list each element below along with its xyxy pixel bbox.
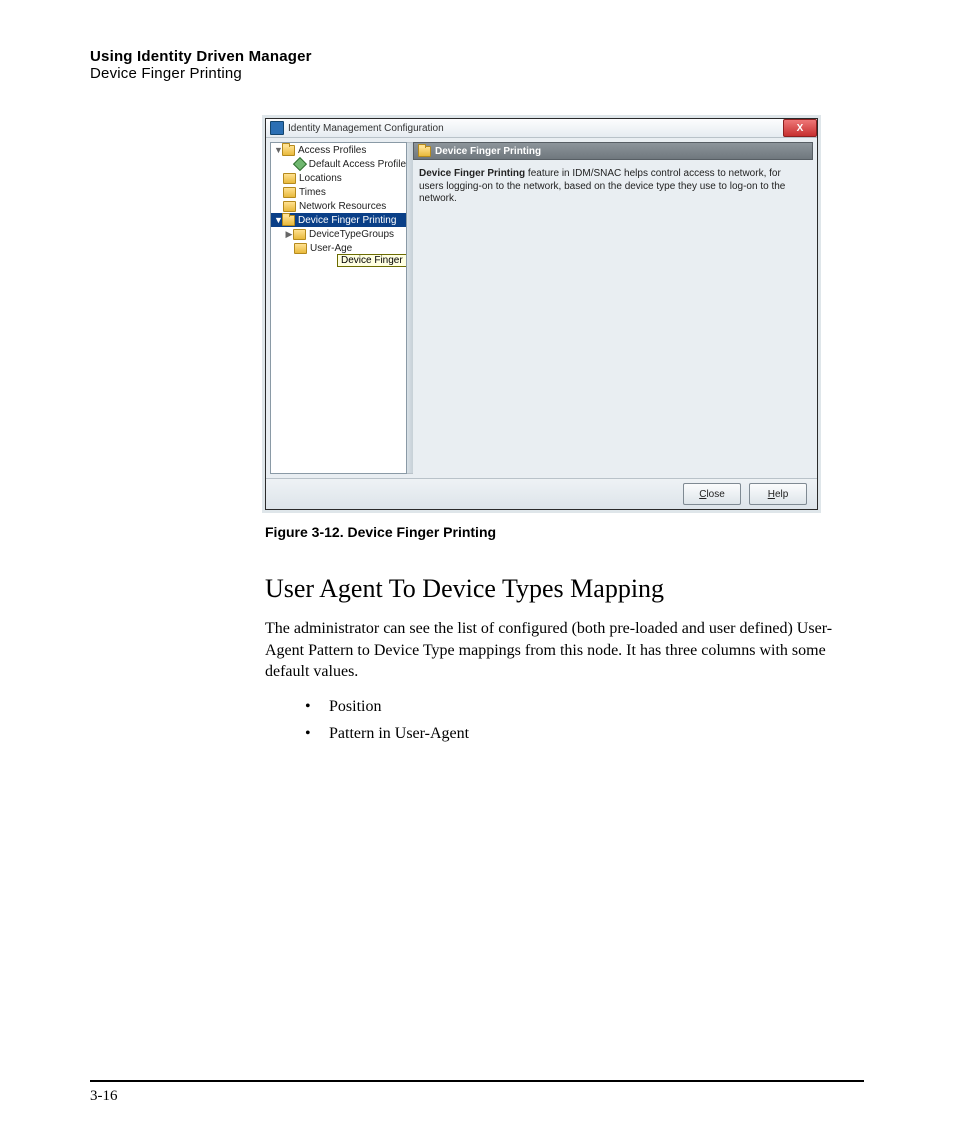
tooltip: Device Finger Printing: [337, 254, 407, 267]
body-paragraph: The administrator can see the list of co…: [265, 618, 855, 683]
tree-item-user-agent[interactable]: User-Age: [271, 241, 406, 255]
folder-icon: [294, 243, 307, 254]
folder-icon: [418, 146, 431, 157]
tree-item-times[interactable]: Times: [271, 185, 406, 199]
close-button[interactable]: Close: [683, 483, 741, 505]
tree-item-device-finger-printing[interactable]: ▼ Device Finger Printing: [271, 213, 406, 227]
tree-item-access-profiles[interactable]: ▼ Access Profiles: [271, 143, 406, 157]
folder-icon: [283, 201, 296, 212]
nav-tree[interactable]: ▼ Access Profiles Default Access Profile…: [270, 142, 407, 474]
figure-container: Identity Management Configuration X ▼ Ac…: [265, 118, 825, 540]
expand-icon[interactable]: ▼: [274, 215, 282, 225]
tree-item-network-resources[interactable]: Network Resources: [271, 199, 406, 213]
dialog-window: Identity Management Configuration X ▼ Ac…: [265, 118, 818, 510]
folder-icon: [282, 215, 295, 226]
expand-icon[interactable]: ▼: [274, 145, 282, 155]
folder-icon: [283, 173, 296, 184]
description-text: Device Finger Printing feature in IDM/SN…: [413, 160, 813, 214]
description-bold: Device Finger Printing: [419, 168, 525, 179]
figure-caption: Figure 3-12. Device Finger Printing: [265, 524, 825, 540]
page-number: 3-16: [90, 1088, 118, 1104]
title-bar[interactable]: Identity Management Configuration X: [266, 119, 817, 138]
close-icon[interactable]: X: [783, 119, 817, 137]
dialog-footer: Close Help: [266, 478, 817, 509]
expand-icon[interactable]: ▶: [285, 229, 293, 240]
header-subtitle: Device Finger Printing: [90, 65, 864, 82]
breadcrumb-label: Device Finger Printing: [435, 146, 541, 157]
folder-icon: [293, 229, 306, 240]
profile-icon: [293, 157, 307, 171]
folder-icon: [282, 145, 295, 156]
bullet-item: •Pattern in User-Agent: [305, 720, 855, 747]
tree-item-device-type-groups[interactable]: ▶ DeviceTypeGroups: [271, 227, 406, 241]
section-heading: User Agent To Device Types Mapping: [265, 574, 855, 604]
tree-item-default-access-profile[interactable]: Default Access Profile: [271, 157, 406, 171]
app-icon: [270, 121, 284, 135]
page-header: Using Identity Driven Manager Device Fin…: [90, 48, 864, 82]
header-title: Using Identity Driven Manager: [90, 48, 864, 65]
window-title: Identity Management Configuration: [288, 123, 444, 134]
detail-pane: Device Finger Printing Device Finger Pri…: [413, 142, 813, 474]
bullet-item: •Position: [305, 693, 855, 720]
tree-item-locations[interactable]: Locations: [271, 171, 406, 185]
breadcrumb: Device Finger Printing: [413, 142, 813, 160]
help-button[interactable]: Help: [749, 483, 807, 505]
page-footer: 3-16: [90, 1080, 864, 1105]
body-section: User Agent To Device Types Mapping The a…: [265, 574, 855, 747]
folder-icon: [283, 187, 296, 198]
